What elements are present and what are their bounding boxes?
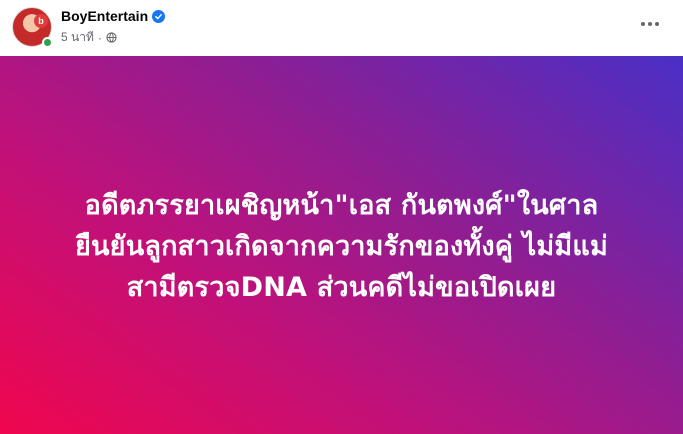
headline-line-3: สามีตรวจDNA ส่วนคดีไม่ขอเปิดเผย [126, 271, 557, 303]
meta-separator: · [97, 30, 102, 45]
avatar-badge: b [34, 14, 48, 28]
post-time[interactable]: 5 นาที [61, 28, 94, 47]
online-status-icon [42, 37, 53, 48]
headline-line-2: ยืนยันลูกสาวเกิดจากความรักของทั้งคู่ ไม่… [75, 230, 608, 262]
post-text-banner: อดีตภรรยาเผชิญหน้า"เอส กันตพงศ์"ในศาล ยื… [0, 56, 683, 434]
author-row: BoyEntertain [61, 8, 166, 24]
more-options-button[interactable] [635, 12, 665, 36]
facebook-post: b BoyEntertain 5 นาที · อดีตภรรยาเผชิญหน… [0, 0, 683, 434]
post-meta: 5 นาที · [61, 28, 117, 47]
globe-icon [106, 32, 117, 43]
banner-headline: อดีตภรรยาเผชิญหน้า"เอส กันตพงศ์"ในศาล ยื… [75, 185, 608, 308]
headline-line-1: อดีตภรรยาเผชิญหน้า"เอส กันตพงศ์"ในศาล [84, 189, 599, 221]
avatar-link[interactable]: b [12, 7, 53, 48]
verified-badge-icon [152, 9, 166, 23]
author-name[interactable]: BoyEntertain [61, 8, 148, 24]
post-header: b BoyEntertain 5 นาที · [0, 0, 683, 56]
more-dots-icon [641, 22, 645, 26]
